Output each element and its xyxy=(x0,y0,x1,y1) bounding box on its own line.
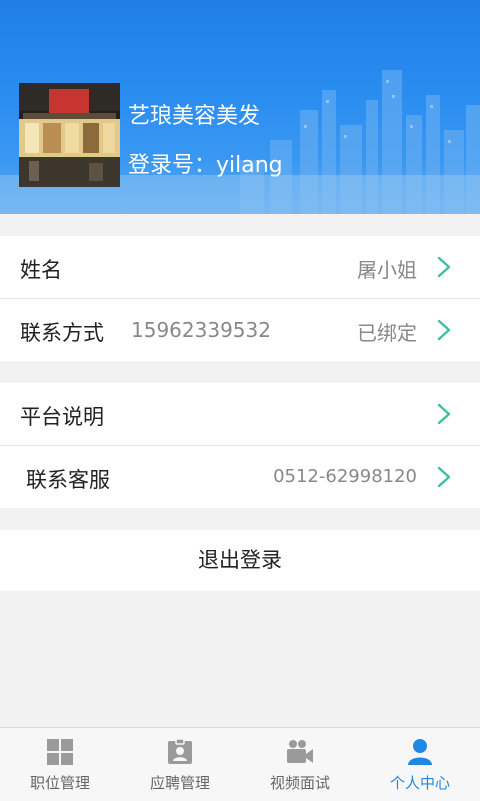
platform-info-row[interactable]: 平台说明 xyxy=(0,383,480,445)
tab-job-management[interactable]: 职位管理 xyxy=(0,728,120,801)
platform-info-label: 平台说明 xyxy=(20,405,104,429)
grid-icon xyxy=(47,739,73,765)
person-icon xyxy=(408,739,432,765)
tab-label: 应聘管理 xyxy=(149,774,210,792)
shop-name: 艺琅美容美发 xyxy=(128,104,261,129)
login-id-label: 登录号： xyxy=(128,153,217,178)
customer-service-phone: 0512-62998120 xyxy=(273,466,417,487)
video-camera-icon xyxy=(287,740,313,763)
tab-personal-center[interactable]: 个人中心 xyxy=(360,728,480,801)
tab-label: 个人中心 xyxy=(389,774,450,792)
chevron-right-icon xyxy=(437,256,451,278)
tab-label: 职位管理 xyxy=(29,774,90,792)
login-id-value: yilang xyxy=(216,153,283,178)
name-label: 姓名 xyxy=(20,258,62,282)
chevron-right-icon xyxy=(437,466,451,488)
name-row[interactable]: 姓名 屠小姐 xyxy=(0,236,480,298)
chevron-right-icon xyxy=(437,319,451,341)
profile-header: 艺琅美容美发 登录号：yilang xyxy=(0,0,480,214)
tab-video-interview[interactable]: 视频面试 xyxy=(240,728,360,801)
logout-button[interactable]: 退出登录 xyxy=(0,530,480,591)
contact-status: 已绑定 xyxy=(357,321,417,345)
tab-label: 视频面试 xyxy=(269,774,330,792)
customer-service-row[interactable]: 联系客服 0512-62998120 xyxy=(0,446,480,508)
shop-avatar[interactable] xyxy=(19,83,120,187)
contact-row[interactable]: 联系方式 15962339532 已绑定 xyxy=(0,299,480,361)
contact-phone: 15962339532 xyxy=(131,318,271,342)
id-card-icon xyxy=(168,738,192,764)
tab-application-management[interactable]: 应聘管理 xyxy=(120,728,240,801)
customer-service-label: 联系客服 xyxy=(26,468,110,492)
bottom-tab-bar: 职位管理 应聘管理 视频面试 个人中心 xyxy=(0,727,480,801)
login-id-line: 登录号：yilang xyxy=(128,147,283,179)
chevron-right-icon xyxy=(437,403,451,425)
name-value: 屠小姐 xyxy=(357,258,417,282)
contact-label: 联系方式 xyxy=(20,321,104,345)
storefront-photo-icon xyxy=(19,83,120,187)
